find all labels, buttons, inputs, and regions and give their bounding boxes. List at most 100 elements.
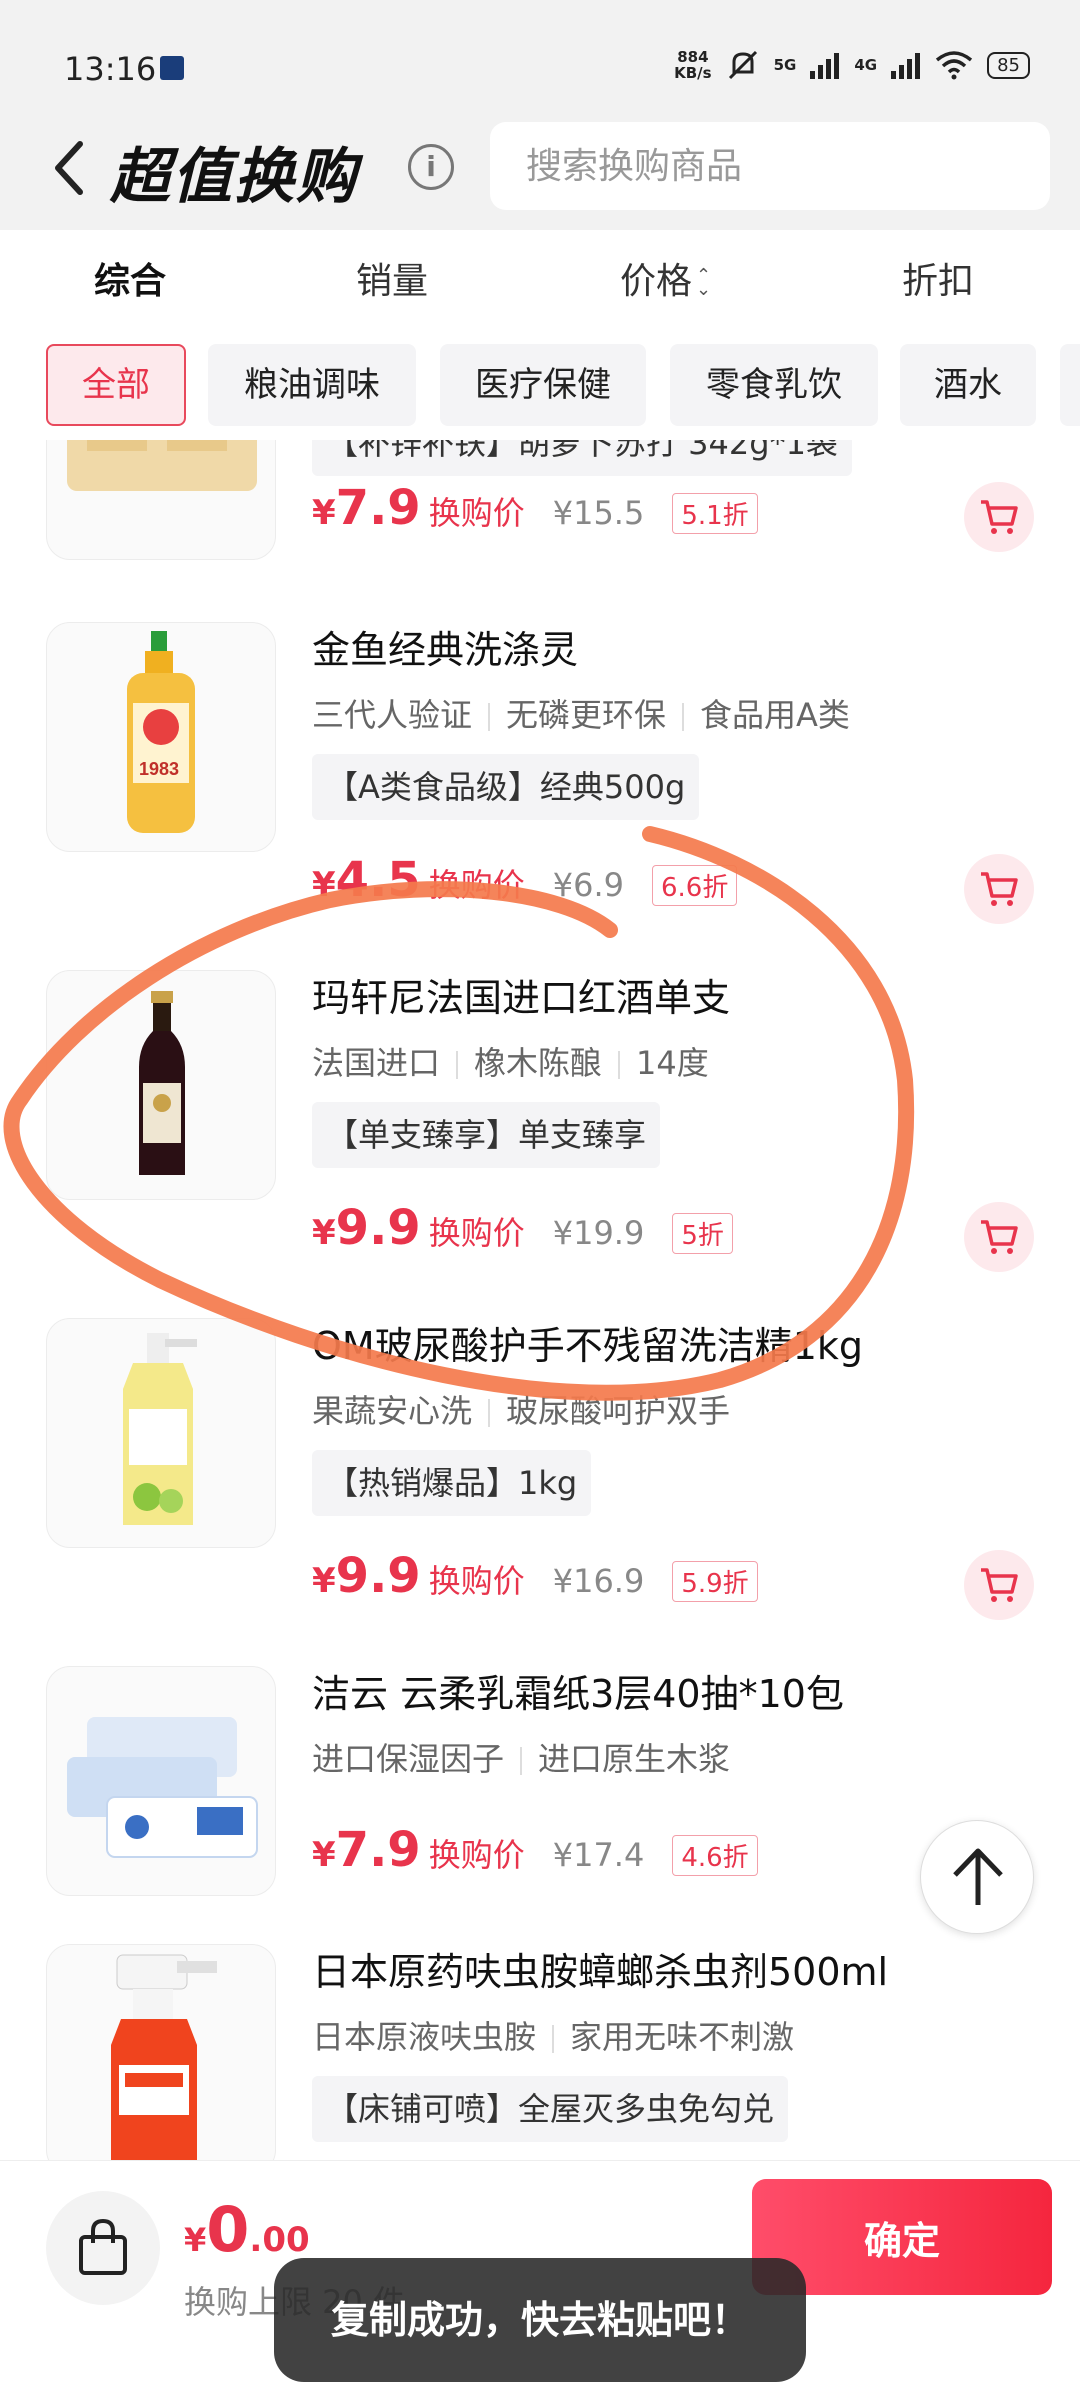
product-info: 日本原药呋虫胺蟑螂杀虫剂500ml 日本原液呋虫胺 家用无味不刺激 【床铺可喷】全… [312, 1944, 1052, 2142]
product-tag: 进口保湿因子 [312, 1740, 505, 1778]
price-row: ¥ 4.5 换购价 ¥6.9 6.6折 [312, 852, 738, 908]
product-promo: 【热销爆品】1kg [312, 1450, 592, 1516]
product-tags: 进口保湿因子 进口原生木浆 [312, 1734, 1052, 1784]
discount-badge: 5.1折 [672, 493, 758, 534]
info-icon[interactable]: i [408, 144, 454, 190]
product-tag: 三代人验证 [312, 696, 473, 734]
original-price: ¥15.5 [552, 494, 645, 532]
wifi-icon [935, 51, 973, 80]
product-tag: 食品用A类 [700, 696, 850, 734]
category-chip-grain-oil[interactable]: 粮油调味 [208, 344, 416, 426]
product-image-detergent: 1983 [46, 622, 276, 852]
cart-icon [981, 872, 1018, 906]
search-box[interactable] [490, 122, 1050, 210]
cart-icon [981, 500, 1018, 534]
page-title: 超值换购 [110, 142, 358, 212]
product-item[interactable]: 日本原药呋虫胺蟑螂杀虫剂500ml 日本原液呋虫胺 家用无味不刺激 【床铺可喷】全… [0, 1944, 1080, 2160]
product-name: OM玻尿酸护手不残留洗洁精1kg [312, 1324, 864, 1368]
product-name: 日本原药呋虫胺蟑螂杀虫剂500ml [312, 1950, 889, 1994]
product-price: 7.9 [335, 1822, 421, 1878]
original-price: ¥6.9 [552, 866, 624, 904]
product-info: 洁云 云柔乳霜纸3层40抽*10包 进口保湿因子 进口原生木浆 [312, 1666, 1052, 1784]
discount-badge: 6.6折 [651, 865, 738, 906]
add-to-cart-button[interactable] [964, 482, 1034, 552]
add-to-cart-button[interactable] [964, 854, 1034, 924]
sort-tab-price[interactable]: 价格 ⌃ ⌄ [620, 252, 711, 304]
original-price: ¥19.9 [552, 1214, 645, 1252]
product-promo: 【补锌补铁】胡萝卜苏打 342g*1袋 [312, 440, 852, 476]
arrow-up-icon [953, 1848, 1003, 1905]
product-info: 玛轩尼法国进口红酒单支 法国进口 橡木陈酿 14度 【单支臻享】单支臻享 [312, 970, 1052, 1168]
signal-icon [810, 53, 840, 79]
product-info: 【补锌补铁】胡萝卜苏打 342g*1袋 [312, 440, 1052, 476]
price-row: ¥ 7.9 换购价 ¥17.4 4.6折 [312, 1822, 758, 1878]
product-info: OM玻尿酸护手不残留洗洁精1kg 果蔬安心洗 玻尿酸呵护双手 【热销爆品】1kg [312, 1318, 1052, 1516]
product-name: 玛轩尼法国进口红酒单支 [312, 976, 731, 1020]
category-chip-snacks[interactable]: 零食乳饮 [670, 344, 878, 426]
cart-icon [981, 1220, 1018, 1254]
sort-tab-sales[interactable]: 销量 [356, 252, 428, 304]
product-list: 【补锌补铁】胡萝卜苏打 342g*1袋 ¥ 7.9 换购价 ¥15.5 5.1折… [0, 440, 1080, 2160]
product-price: 9.9 [335, 1200, 421, 1256]
product-price: 7.9 [335, 480, 421, 536]
product-price: 4.5 [335, 852, 421, 908]
price-label: 换购价 [428, 1836, 525, 1874]
product-info: 金鱼经典洗涤灵 三代人验证 无磷更环保 食品用A类 【A类食品级】经典500g [312, 622, 1052, 820]
product-promo: 【床铺可喷】全屋灭多虫免勾兑 [312, 2076, 789, 2142]
toast-message: 复制成功，快去粘贴吧！ [274, 2258, 806, 2382]
total-decimal: .00 [249, 2220, 310, 2260]
network-5g: 5G [773, 56, 797, 74]
back-icon[interactable] [46, 136, 94, 200]
app-notification-icon [160, 56, 184, 80]
product-name: 金鱼经典洗涤灵 [312, 628, 579, 672]
original-price: ¥16.9 [552, 1562, 645, 1600]
product-tag: 果蔬安心洗 [312, 1392, 473, 1430]
original-price: ¥17.4 [552, 1836, 645, 1874]
search-input[interactable] [490, 122, 1050, 210]
page-header: 超值换购 i [0, 110, 1080, 230]
sort-tab-comprehensive[interactable]: 综合 [94, 252, 166, 304]
category-chip-health[interactable]: 医疗保健 [440, 344, 646, 426]
product-tag: 进口原生木浆 [538, 1740, 731, 1778]
mute-icon [728, 50, 757, 80]
product-image-tissue [46, 1666, 276, 1896]
cart-icon [981, 1568, 1018, 1602]
category-chip-more[interactable] [1060, 344, 1080, 426]
currency: ¥ [312, 1213, 336, 1253]
back-to-top-button[interactable] [920, 1820, 1034, 1934]
network-speed: 884 KB/s [674, 48, 712, 82]
product-item[interactable]: 1983 金鱼经典洗涤灵 三代人验证 无磷更环保 食品用A类 【A类食品级】经典50… [0, 622, 1080, 952]
discount-badge: 4.6折 [672, 1835, 758, 1876]
cart-bag-button[interactable] [46, 2191, 160, 2305]
signal-icon-2 [891, 53, 921, 79]
currency: ¥ [312, 1561, 336, 1601]
product-image-crackers [46, 440, 276, 560]
currency: ¥ [312, 1835, 336, 1875]
add-to-cart-button[interactable] [964, 1550, 1034, 1620]
category-bar: 全部 粮油调味 医疗保健 零食乳饮 酒水 [0, 330, 1080, 440]
product-item[interactable]: 玛轩尼法国进口红酒单支 法国进口 橡木陈酿 14度 【单支臻享】单支臻享 ¥ 9.9… [0, 970, 1080, 1300]
total-price: ¥0.00 [184, 2193, 310, 2266]
product-image-wine [46, 970, 276, 1200]
add-to-cart-button[interactable] [964, 1202, 1034, 1272]
product-item[interactable]: OM玻尿酸护手不残留洗洁精1kg 果蔬安心洗 玻尿酸呵护双手 【热销爆品】1kg … [0, 1318, 1080, 1648]
product-tag: 橡木陈酿 [474, 1044, 603, 1082]
sort-arrows-icon: ⌃ ⌄ [696, 265, 712, 300]
status-time: 13:16 [64, 50, 157, 88]
product-promo: 【A类食品级】经典500g [312, 754, 700, 820]
svg-text:1983: 1983 [139, 759, 179, 779]
product-tags: 三代人验证 无磷更环保 食品用A类 [312, 690, 1052, 740]
category-chip-liquor[interactable]: 酒水 [900, 344, 1036, 426]
total-integer: 0 [206, 2193, 250, 2266]
total-currency: ¥ [184, 2221, 207, 2259]
category-chip-all[interactable]: 全部 [46, 344, 186, 426]
product-tags: 日本原液呋虫胺 家用无味不刺激 [312, 2012, 1052, 2062]
product-image-insecticide [46, 1944, 276, 2160]
price-row: ¥ 9.9 换购价 ¥16.9 5.9折 [312, 1548, 758, 1604]
price-label: 换购价 [428, 1562, 525, 1600]
product-name: 洁云 云柔乳霜纸3层40抽*10包 [312, 1672, 844, 1716]
sort-tab-discount[interactable]: 折扣 [902, 252, 974, 304]
product-tag: 玻尿酸呵护双手 [506, 1392, 731, 1430]
battery-indicator: 85 [987, 51, 1030, 79]
price-label: 换购价 [428, 494, 525, 532]
